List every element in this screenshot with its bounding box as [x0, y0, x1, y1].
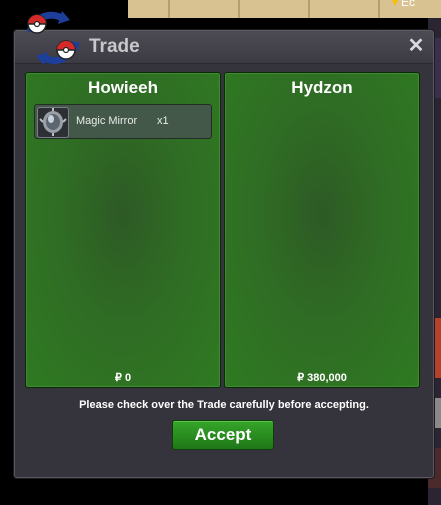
- item-name: Magic Mirror: [76, 115, 138, 127]
- badge-icon: ▾: [392, 0, 399, 9]
- close-icon[interactable]: ✕: [407, 36, 425, 56]
- player-name: Hydzon: [291, 78, 353, 97]
- window-title: Trade: [89, 36, 140, 57]
- trade-panel-partner: Hydzon ₽ 380,000: [224, 72, 420, 388]
- trade-window: Trade ✕ Howieeh Magic Mirror x1 ₽ 0 Hydz…: [14, 30, 434, 478]
- trade-logo-icon: [22, 10, 84, 66]
- trade-panel-self: Howieeh Magic Mirror x1 ₽ 0: [25, 72, 221, 388]
- trade-notice: Please check over the Trade carefully be…: [79, 399, 369, 411]
- game-scene: ▾ Ec Trade ✕ Howieeh Magic Mirror x1 ₽ 0…: [0, 0, 441, 505]
- magic-mirror-icon: [37, 107, 69, 138]
- accept-button[interactable]: Accept: [172, 420, 274, 450]
- trade-panels: Howieeh Magic Mirror x1 ₽ 0 Hydzon ₽ 380…: [25, 72, 423, 390]
- money-offer: ₽ 380,000: [297, 372, 347, 384]
- money-offer: ₽ 0: [114, 372, 132, 384]
- item-quantity: x1: [157, 115, 169, 127]
- player-name: Howieeh: [88, 78, 158, 97]
- trade-item[interactable]: Magic Mirror x1: [34, 104, 212, 139]
- background-player-label: ▾ Ec: [392, 0, 441, 9]
